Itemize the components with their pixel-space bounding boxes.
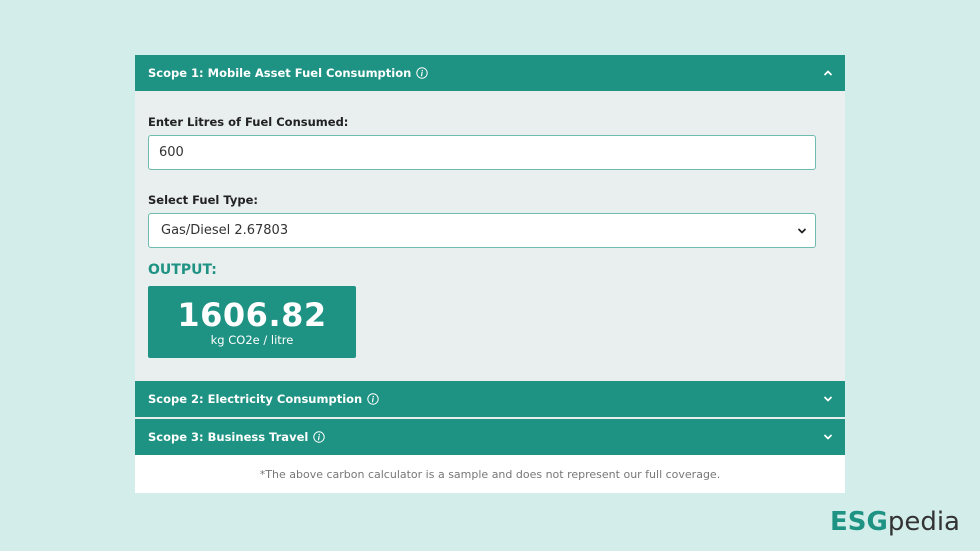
logo-part-esg: ESG [830, 507, 888, 537]
info-icon[interactable] [367, 393, 379, 405]
fuel-type-select[interactable]: Gas/Diesel 2.67803 [148, 213, 816, 248]
accordion-title-scope-3: Scope 3: Business Travel [148, 430, 309, 444]
accordion-panel-scope-1: Enter Litres of Fuel Consumed: 600 Selec… [135, 91, 845, 381]
info-icon[interactable] [313, 431, 326, 443]
accordion-title-scope-2: Scope 2: Electricity Consumption [148, 392, 363, 406]
chevron-down-icon[interactable] [797, 226, 807, 236]
chevron-down-icon[interactable] [823, 432, 833, 442]
accordion-header-scope-3[interactable]: Scope 3: Business Travel [135, 419, 845, 455]
footnote: *The above carbon calculator is a sample… [135, 455, 845, 493]
accordion-title-scope-1: Scope 1: Mobile Asset Fuel Consumption [148, 66, 412, 80]
litres-label: Enter Litres of Fuel Consumed: [148, 115, 349, 129]
chevron-up-icon[interactable] [823, 68, 833, 78]
logo-part-pedia: pedia [887, 507, 960, 537]
page: Scope 1: Mobile Asset Fuel Consumption E… [0, 0, 980, 551]
output-value: 1606.82 [177, 295, 327, 334]
litres-input-value: 600 [159, 145, 184, 160]
fuel-type-selected-value: Gas/Diesel 2.67803 [161, 223, 289, 238]
output-box: 1606.82 kg CO2e / litre [148, 286, 356, 358]
accordion-header-scope-2[interactable]: Scope 2: Electricity Consumption [135, 381, 845, 417]
carbon-calculator-card: Scope 1: Mobile Asset Fuel Consumption E… [135, 55, 845, 493]
output-unit: kg CO2e / litre [210, 332, 294, 347]
info-icon[interactable] [416, 67, 429, 79]
output-label: OUTPUT: [148, 262, 217, 278]
fuel-type-label: Select Fuel Type: [148, 193, 258, 207]
esgpedia-logo: ESGpedia [830, 507, 960, 537]
accordion-header-scope-1[interactable]: Scope 1: Mobile Asset Fuel Consumption [135, 55, 845, 91]
litres-input[interactable]: 600 [148, 135, 816, 170]
chevron-down-icon[interactable] [823, 394, 833, 404]
